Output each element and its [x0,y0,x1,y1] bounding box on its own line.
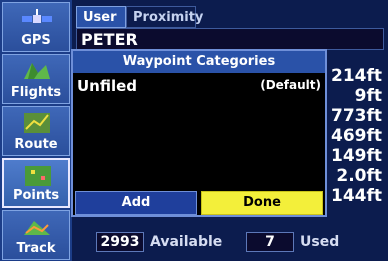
list-item[interactable]: Unfiled (Default) [77,77,321,97]
sidebar-item-label: GPS [21,33,51,48]
sidebar-item-label: Track [16,241,56,256]
route-icon [24,113,50,133]
sidebar-item-route[interactable]: Route [2,106,70,156]
waypoint-categories-dialog: Waypoint Categories Unfiled (Default) Ad… [71,49,327,217]
used-count: 7 [246,232,294,252]
done-button[interactable]: Done [201,191,323,215]
distance-value: 214ft [330,66,382,86]
name-field[interactable]: PETER [76,28,384,50]
sidebar-item-flights[interactable]: Flights [2,54,70,104]
waypoint-icon [25,166,51,186]
add-button[interactable]: Add [75,191,197,215]
sidebar: GPS Flights Route Points Track [0,0,72,261]
sidebar-item-gps[interactable]: GPS [2,2,70,52]
distance-value: 773ft [330,106,382,126]
used-label: Used [300,234,340,250]
garmin-screen: GPS Flights Route Points Track User Prox… [0,0,388,261]
distance-value: 144ft [330,186,382,206]
available-label: Available [150,234,223,250]
dialog-title: Waypoint Categories [73,51,325,73]
distance-value: 469ft [330,126,382,146]
sidebar-item-track[interactable]: Track [2,210,70,260]
distance-value: 149ft [330,146,382,166]
sidebar-item-points[interactable]: Points [2,158,70,208]
available-count: 2993 [96,232,144,252]
tab-user[interactable]: User [76,6,126,28]
category-name: Unfiled [77,77,138,95]
name-value: PETER [81,30,138,49]
track-icon [24,221,50,235]
sidebar-item-label: Route [14,137,58,152]
sidebar-item-label: Points [12,188,60,203]
distance-value: 2.0ft [336,166,382,186]
default-tag: (Default) [260,78,321,92]
satellite-icon [22,9,52,23]
map-icon [24,63,50,79]
tab-proximity[interactable]: Proximity [126,6,203,28]
sidebar-item-label: Flights [10,85,62,100]
distance-value: 9ft [354,86,382,106]
